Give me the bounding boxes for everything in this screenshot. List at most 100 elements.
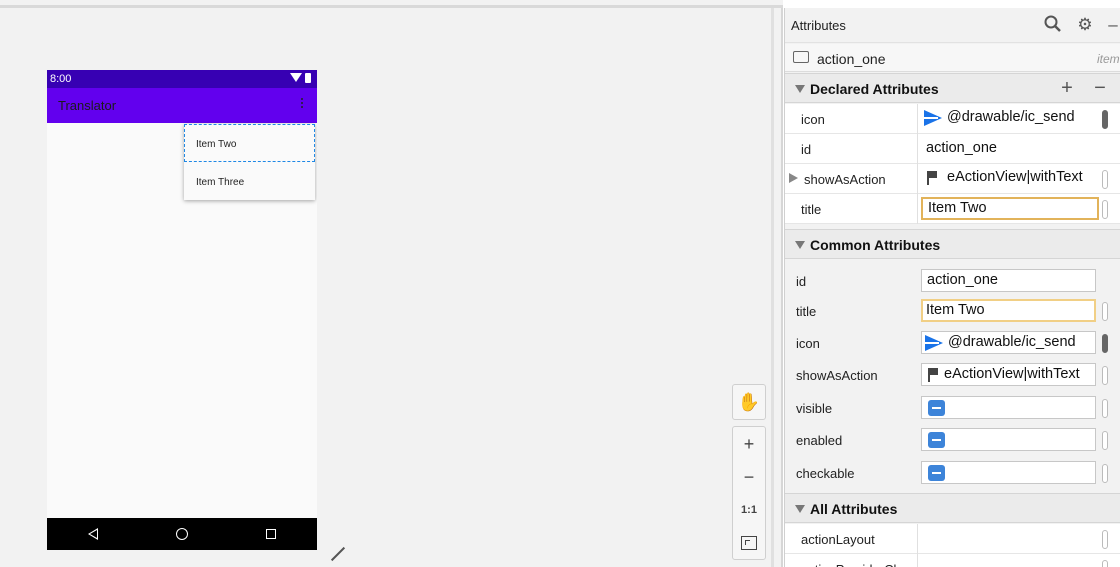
attr-key: id (796, 274, 807, 289)
icon-input[interactable]: @drawable/ic_send (921, 331, 1096, 354)
menu-item-two[interactable]: Item Two (184, 124, 315, 162)
attr-key: title (801, 202, 822, 217)
showasaction-input[interactable]: eActionView|withText (921, 363, 1096, 386)
all-row-actionlayout[interactable]: actionLayout (785, 524, 1120, 554)
attr-key: visible (796, 401, 833, 416)
resource-picker[interactable] (1102, 334, 1108, 353)
resource-picker[interactable] (1102, 431, 1108, 450)
resource-picker[interactable] (1102, 110, 1108, 129)
send-icon (925, 335, 943, 351)
panel-title: Attributes (791, 18, 846, 33)
add-attribute-button[interactable]: + (1057, 77, 1077, 99)
panel-splitter[interactable] (781, 8, 783, 567)
declared-row-title[interactable]: title Item Two (785, 194, 1120, 224)
common-row-checkable[interactable]: checkable (785, 458, 1120, 488)
panel-header: Attributes ⚙ – (785, 8, 1120, 43)
declared-row-id[interactable]: id action_one (785, 134, 1120, 164)
common-row-id[interactable]: id action_one (785, 266, 1120, 296)
attr-value: @drawable/ic_send (947, 109, 1075, 125)
gear-icon[interactable]: ⚙ (1075, 15, 1095, 35)
checkable-input[interactable] (921, 461, 1096, 484)
canvas-divider[interactable] (771, 8, 774, 567)
minimize-icon[interactable]: – (1103, 15, 1120, 35)
resource-picker[interactable] (1102, 399, 1108, 418)
collapse-icon[interactable] (795, 85, 805, 93)
indeterminate-checkbox[interactable] (928, 432, 945, 448)
attr-key: id (801, 142, 812, 157)
wifi-icon (290, 73, 302, 82)
section-title: All Attributes (810, 501, 898, 517)
title-input[interactable]: Item Two (921, 299, 1096, 322)
attributes-panel: Attributes ⚙ – action_one item Declared … (784, 8, 1120, 567)
showasaction-value[interactable]: eActionView|withText (921, 167, 1096, 190)
resource-picker[interactable] (1102, 464, 1108, 483)
attr-key: checkable (796, 466, 855, 481)
back-icon (88, 528, 98, 540)
resource-picker[interactable] (1102, 200, 1108, 219)
popup-menu[interactable]: Item Two Item Three (184, 124, 315, 200)
status-bar: 8:00 (47, 70, 317, 88)
collapse-icon[interactable] (795, 241, 805, 249)
attr-key: showAsAction (804, 172, 886, 187)
declared-row-icon[interactable]: icon @drawable/ic_send (785, 104, 1120, 134)
component-row: action_one item (785, 44, 1120, 72)
common-row-showasaction[interactable]: showAsAction eActionView|withText (785, 360, 1120, 390)
indeterminate-checkbox[interactable] (928, 400, 945, 416)
declared-row-showasaction[interactable]: showAsAction eActionView|withText (785, 164, 1120, 194)
attr-key: title (796, 304, 817, 319)
common-row-visible[interactable]: visible (785, 393, 1120, 423)
battery-icon (305, 73, 311, 83)
canvas-top-border (0, 5, 783, 8)
overflow-menu-icon[interactable] (300, 98, 304, 112)
enabled-input[interactable] (921, 428, 1096, 451)
resource-picker[interactable] (1102, 560, 1108, 567)
common-row-title[interactable]: title Item Two (785, 296, 1120, 326)
resource-picker[interactable] (1102, 530, 1108, 549)
common-attributes-header[interactable]: Common Attributes (785, 229, 1120, 259)
all-attributes-header[interactable]: All Attributes (785, 493, 1120, 523)
zoom-controls: + − 1:1 (732, 426, 766, 560)
id-input[interactable]: action_one (921, 269, 1096, 292)
component-type: item (1097, 52, 1120, 66)
flag-icon (927, 171, 937, 185)
pan-hand-icon[interactable]: ✋ (733, 386, 765, 418)
icon-value[interactable]: @drawable/ic_send (921, 107, 1096, 130)
resource-picker[interactable] (1102, 366, 1108, 385)
fit-screen-button[interactable] (733, 527, 765, 559)
column-divider (917, 164, 918, 194)
column-divider (917, 554, 918, 567)
zoom-in-button[interactable]: + (733, 428, 765, 460)
app-bar[interactable]: Translator (47, 88, 317, 123)
status-time: 8:00 (50, 73, 72, 85)
attr-key: enabled (796, 433, 843, 448)
design-canvas[interactable]: 8:00 Translator Item Two Item Three ✋ + … (0, 0, 783, 567)
zoom-out-button[interactable]: − (733, 461, 765, 493)
title-input[interactable]: Item Two (921, 197, 1099, 220)
app-title: Translator (58, 98, 117, 113)
all-row-actionproviderclass[interactable]: actionProviderCl (785, 554, 1120, 567)
expand-icon[interactable] (789, 173, 798, 183)
attr-value: eActionView|withText (947, 169, 1083, 185)
flag-icon (928, 368, 938, 382)
resource-picker[interactable] (1102, 302, 1108, 321)
navigation-bar (47, 518, 317, 550)
actual-size-button[interactable]: 1:1 (733, 494, 765, 526)
attr-value[interactable]: action_one (926, 140, 997, 156)
component-icon (793, 51, 809, 63)
attr-key: icon (801, 112, 825, 127)
common-row-icon[interactable]: icon @drawable/ic_send (785, 328, 1120, 358)
search-icon[interactable] (1043, 15, 1063, 35)
device-preview[interactable]: 8:00 Translator Item Two Item Three (47, 70, 317, 550)
attr-key: actionLayout (801, 532, 875, 547)
section-title: Declared Attributes (810, 81, 939, 97)
remove-attribute-button[interactable]: − (1090, 77, 1110, 99)
column-divider (917, 194, 918, 224)
collapse-icon[interactable] (795, 505, 805, 513)
visible-input[interactable] (921, 396, 1096, 419)
common-row-enabled[interactable]: enabled (785, 425, 1120, 455)
indeterminate-checkbox[interactable] (928, 465, 945, 481)
resource-picker[interactable] (1102, 170, 1108, 189)
device-resize-handle[interactable] (330, 546, 346, 562)
menu-item-three[interactable]: Item Three (184, 162, 315, 200)
declared-attributes-header[interactable]: Declared Attributes + − (785, 73, 1120, 103)
